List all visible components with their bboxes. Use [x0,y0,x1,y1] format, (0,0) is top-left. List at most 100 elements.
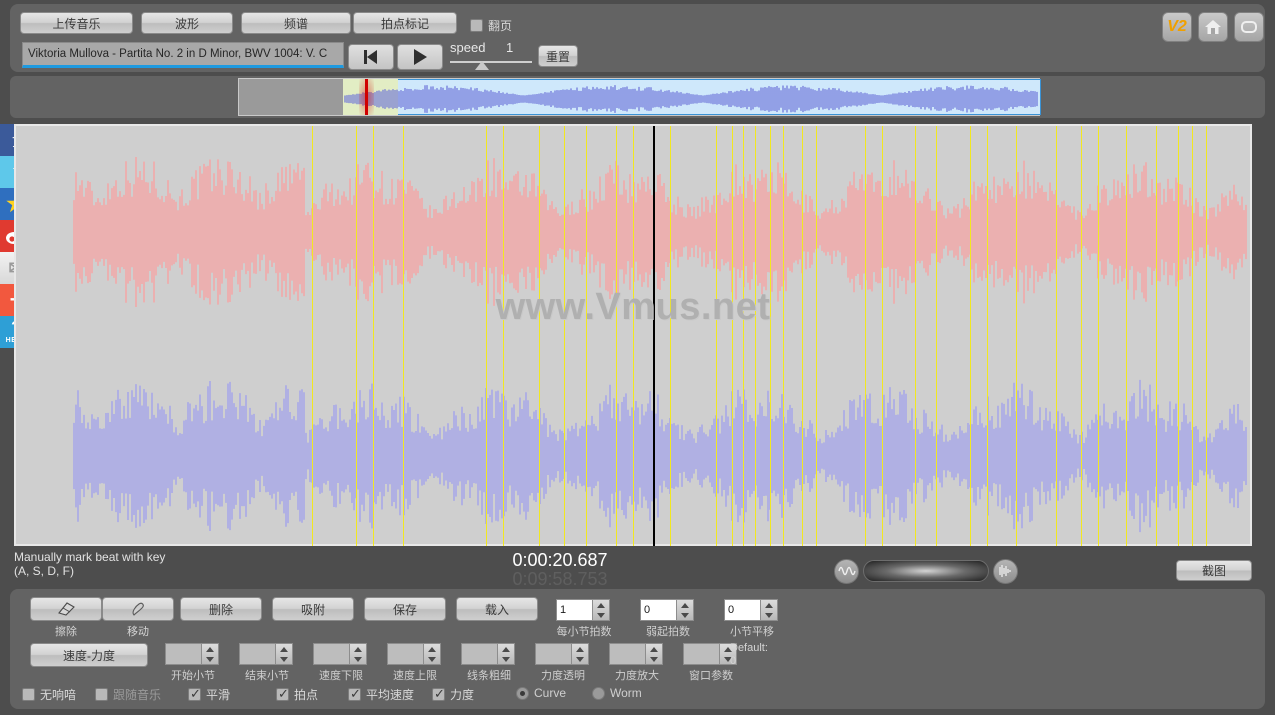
radio-Curve[interactable]: Curve [516,686,566,700]
beat-gridline[interactable] [356,126,357,546]
move-tool-button[interactable] [102,597,174,621]
snapshot-button[interactable]: 截图 [1176,560,1252,581]
spinner-速度下限[interactable] [313,643,367,665]
beat-gridline[interactable] [865,126,866,546]
spinner-up-icon[interactable] [681,602,689,608]
beat-gridline[interactable] [755,126,756,546]
spinner-arrows[interactable] [645,643,663,665]
spinner-value[interactable] [683,643,719,665]
rewind-button[interactable] [348,44,394,70]
radio-Worm[interactable]: Worm [592,686,642,700]
spinner-开始小节[interactable] [165,643,219,665]
track-title-field[interactable]: Viktoria Mullova - Partita No. 2 in D Mi… [22,42,344,68]
spinner-arrows[interactable] [760,599,778,621]
spinner-value[interactable]: 0 [724,599,760,621]
overview-playhead[interactable] [365,79,368,115]
beat-gridline[interactable] [882,126,883,546]
beat-marking-button[interactable]: 拍点标记 [353,12,457,34]
spinner-value[interactable]: 0 [640,599,676,621]
spinner-down-icon[interactable] [502,656,510,662]
save-button[interactable]: 保存 [364,597,446,621]
spinner-down-icon[interactable] [681,612,689,618]
spinner-down-icon[interactable] [597,612,605,618]
spectrum-button[interactable]: 频谱 [241,12,351,34]
spinner-力度放大[interactable] [609,643,663,665]
spinner-窗口参数[interactable] [683,643,737,665]
spinner-arrows[interactable] [275,643,293,665]
spinner-arrows[interactable] [676,599,694,621]
beat-gridline[interactable] [403,126,404,546]
spinner-up-icon[interactable] [576,646,584,652]
beat-gridline[interactable] [1178,126,1179,546]
beat-gridline[interactable] [1206,126,1207,546]
spinner-up-icon[interactable] [428,646,436,652]
beat-gridline[interactable] [936,126,937,546]
beat-gridline[interactable] [616,126,617,546]
overview-navigator[interactable] [10,76,1265,118]
checkbox-拍点[interactable]: 拍点 [276,686,318,703]
beat-gridline[interactable] [312,126,313,546]
spinner-arrows[interactable] [349,643,367,665]
speed-slider[interactable]: speed 1 [450,40,532,72]
spinner-down-icon[interactable] [576,656,584,662]
tempo-dynamics-button[interactable]: 速度-力度 [30,643,148,667]
beat-gridline[interactable] [670,126,671,546]
erase-tool-button[interactable] [30,597,102,621]
page-turn-checkbox[interactable]: 翻页 [470,17,512,34]
beat-gridline[interactable] [770,126,771,546]
spinner-up-icon[interactable] [280,646,288,652]
home-icon[interactable] [1198,12,1228,42]
beat-gridline[interactable] [1081,126,1082,546]
load-button[interactable]: 载入 [456,597,538,621]
spinner-down-icon[interactable] [206,656,214,662]
beat-gridline[interactable] [633,126,634,546]
spinner-down-icon[interactable] [650,656,658,662]
speed-track[interactable] [450,61,532,63]
checkbox-跟随音乐[interactable]: 跟随音乐 [95,686,161,703]
checkbox-力度[interactable]: 力度 [432,686,474,703]
spinner-value[interactable] [313,643,349,665]
beat-gridline[interactable] [915,126,916,546]
spinner-每小节拍数[interactable]: 1 [556,599,610,621]
spinner-value[interactable] [239,643,275,665]
spinner-value[interactable] [609,643,645,665]
volume-track[interactable] [863,560,989,582]
spinner-down-icon[interactable] [280,656,288,662]
spinner-value[interactable]: 1 [556,599,592,621]
beat-gridline[interactable] [1192,126,1193,546]
spinner-down-icon[interactable] [354,656,362,662]
spinner-up-icon[interactable] [206,646,214,652]
beat-gridline[interactable] [503,126,504,546]
spinner-value[interactable] [535,643,571,665]
beat-gridline[interactable] [732,126,733,546]
spinner-up-icon[interactable] [765,602,773,608]
beat-gridline[interactable] [486,126,487,546]
playhead-line[interactable] [653,126,655,546]
beat-gridline[interactable] [783,126,784,546]
spinner-up-icon[interactable] [597,602,605,608]
speed-knob[interactable] [475,61,489,70]
beat-gridline[interactable] [802,126,803,546]
beat-gridline[interactable] [1156,126,1157,546]
beat-gridline[interactable] [586,126,587,546]
overview-track[interactable] [238,78,1041,116]
spinner-down-icon[interactable] [428,656,436,662]
beat-gridline[interactable] [816,126,817,546]
beat-gridline[interactable] [539,126,540,546]
checkbox-无响喑[interactable]: 无响喑 [22,686,76,703]
beat-gridline[interactable] [1126,126,1127,546]
waveform-canvas[interactable]: www.Vmus.net 1-140.18.42-1108.39.93-159.… [14,124,1252,664]
beat-gridline[interactable] [987,126,988,546]
play-button[interactable] [397,44,443,70]
beat-gridline[interactable] [1056,126,1057,546]
spinner-arrows[interactable] [201,643,219,665]
beat-gridline[interactable] [1098,126,1099,546]
beat-gridline[interactable] [1016,126,1017,546]
fullscreen-icon[interactable] [1234,12,1264,42]
spinner-value[interactable] [387,643,423,665]
attach-button[interactable]: 吸附 [272,597,354,621]
spinner-arrows[interactable] [423,643,441,665]
beat-gridline[interactable] [564,126,565,546]
spinner-down-icon[interactable] [765,612,773,618]
spinner-arrows[interactable] [592,599,610,621]
